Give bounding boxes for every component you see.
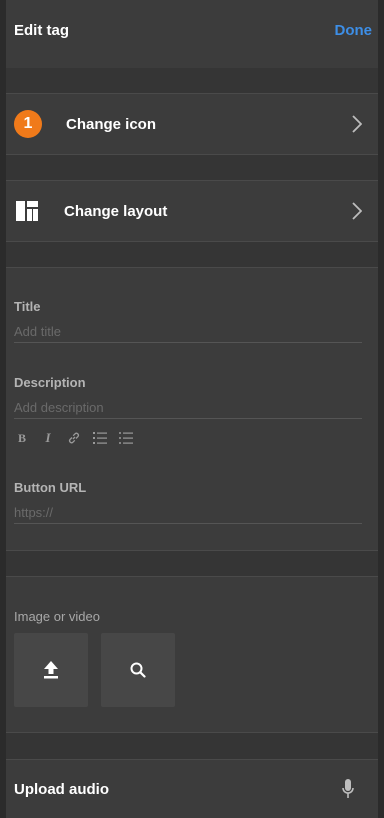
button-url-underline <box>14 523 362 524</box>
format-toolbar: B I <box>14 430 134 446</box>
section-spacer <box>6 242 378 267</box>
edit-tag-panel: Edit tag Done 1 Change icon Change layou… <box>6 0 378 818</box>
section-spacer <box>6 551 378 576</box>
description-input[interactable] <box>14 398 362 416</box>
numbered-list-icon[interactable] <box>92 430 108 446</box>
layout-grid-icon <box>16 201 38 221</box>
upload-audio-label: Upload audio <box>14 780 109 798</box>
panel-title: Edit tag <box>14 21 69 39</box>
bold-icon[interactable]: B <box>14 430 30 446</box>
link-icon[interactable] <box>66 430 82 446</box>
section-spacer <box>6 155 378 180</box>
done-button[interactable]: Done <box>335 22 373 39</box>
title-input[interactable] <box>14 322 362 340</box>
title-underline <box>14 342 362 343</box>
title-label: Title <box>14 299 41 314</box>
change-layout-label: Change layout <box>64 202 168 220</box>
change-layout-row[interactable]: Change layout <box>6 181 378 241</box>
change-icon-row[interactable]: 1 Change icon <box>6 94 378 154</box>
section-spacer <box>6 733 378 759</box>
italic-icon[interactable]: I <box>40 430 56 446</box>
section-spacer <box>6 68 378 93</box>
image-video-label: Image or video <box>14 609 100 624</box>
header: Edit tag Done <box>6 0 378 60</box>
description-label: Description <box>14 375 86 390</box>
search-icon <box>130 662 146 678</box>
button-url-label: Button URL <box>14 480 87 495</box>
divider <box>6 267 378 268</box>
button-url-input[interactable] <box>14 503 362 521</box>
upload-icon <box>44 661 58 679</box>
microphone-icon <box>342 779 354 798</box>
step-badge: 1 <box>14 110 42 138</box>
change-icon-label: Change icon <box>66 115 157 133</box>
search-media-button[interactable] <box>101 633 175 707</box>
chevron-right-icon <box>352 202 362 220</box>
upload-media-button[interactable] <box>14 633 88 707</box>
bullet-list-icon[interactable] <box>118 430 134 446</box>
description-underline <box>14 418 362 419</box>
chevron-right-icon <box>352 115 362 133</box>
upload-audio-row[interactable]: Upload audio <box>6 760 378 818</box>
divider <box>6 576 378 577</box>
